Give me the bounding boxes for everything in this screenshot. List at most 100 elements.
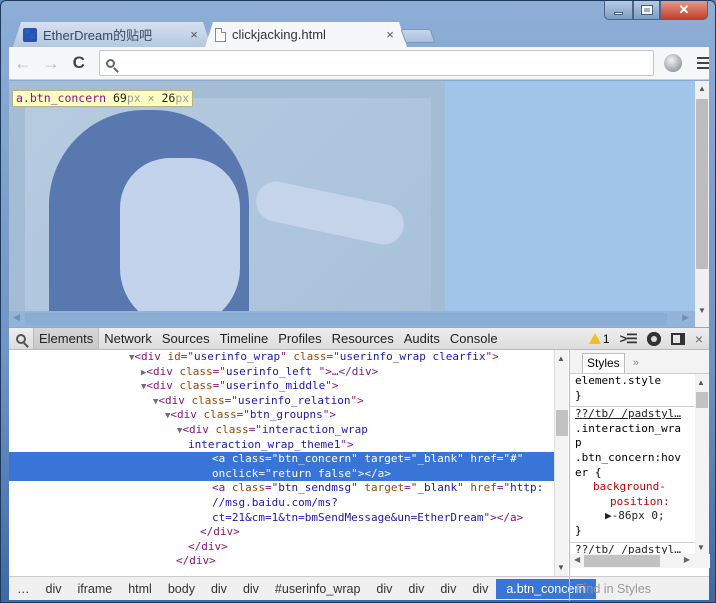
find-in-styles-input[interactable] [576,581,706,596]
new-tab-button[interactable] [400,29,436,43]
inspect-element-button[interactable] [9,333,33,344]
css-property-value[interactable]: ▶-86px 0; [575,509,696,524]
tab-close-icon[interactable]: × [383,27,397,42]
scroll-right-arrow-icon[interactable]: ▶ [684,555,690,564]
reload-button[interactable]: C [65,53,93,73]
tooltip-height: 26 [161,91,176,105]
dom-node-line[interactable]: <a class="btn_concern" target="_blank" h… [9,452,554,467]
more-panes-icon[interactable]: » [633,357,639,369]
scroll-thumb[interactable] [696,99,708,269]
elements-tree[interactable]: ▼<div id="userinfo_wrap" class="userinfo… [9,350,554,576]
tooltip-width: 69 [112,91,127,105]
minimize-button[interactable] [604,1,633,20]
tab-audits[interactable]: Audits [399,328,445,349]
scroll-thumb[interactable] [696,392,708,408]
maximize-icon [640,5,653,15]
page-horizontal-scrollbar[interactable]: ◀ ▶ [9,311,695,327]
dom-node-line[interactable]: ▼<div class="userinfo_relation"> [9,394,554,409]
search-icon [16,333,26,344]
element-highlight-tooltip: a.btn_concern 69px × 26px [12,90,194,107]
breadcrumb-item[interactable]: #userinfo_wrap [267,579,368,599]
tab-etherdream[interactable]: 🐾 EtherDream的贴吧 × [13,22,211,47]
tab-network[interactable]: Network [99,328,157,349]
gear-icon[interactable] [646,331,661,346]
styles-vertical-scrollbar[interactable]: ▲ ▼ [695,374,709,554]
element-style-selector[interactable]: element.style [575,374,696,389]
scroll-left-arrow-icon[interactable]: ◀ [13,312,20,323]
dom-node-line[interactable]: //msg.baidu.com/ms? [9,496,554,511]
close-devtools-icon[interactable]: × [695,331,703,347]
breadcrumb-item[interactable]: div [400,579,432,599]
elements-scrollbar[interactable]: ▲ ▼ [554,350,568,576]
breadcrumb-item[interactable]: … [9,579,38,599]
rule-selector: .interaction_wra [575,421,681,435]
dom-node-line[interactable]: <a class="btn_sendmsg" target="_blank" h… [9,481,554,496]
address-input[interactable] [120,52,654,74]
scroll-up-arrow-icon[interactable]: ▲ [557,354,565,363]
breadcrumb-item[interactable]: div [432,579,464,599]
scroll-thumb[interactable] [584,555,660,567]
stylesheet-link[interactable]: ??/tb/ /padstyl… [575,407,696,422]
tab-console[interactable]: Console [445,328,503,349]
dom-node-line[interactable]: ▼<div class="interaction_wrap [9,423,554,438]
breadcrumb-item[interactable]: body [160,579,203,599]
dom-node-line[interactable]: ▼<div class="userinfo_middle"> [9,379,554,394]
page-vertical-scrollbar[interactable]: ▲ ▼ [695,81,709,327]
dom-node-line[interactable]: ▶<div class="userinfo_left ">…</div> [9,365,554,380]
forward-button[interactable]: → [37,53,65,74]
scroll-up-arrow-icon[interactable]: ▲ [695,84,709,93]
close-icon: ✕ [678,2,690,17]
minimize-icon [614,11,623,15]
scroll-down-arrow-icon[interactable]: ▼ [697,543,705,552]
tab-clickjacking[interactable]: clickjacking.html × [205,22,407,47]
dom-node-line[interactable]: interaction_wrap_theme1"> [9,438,554,453]
scroll-down-arrow-icon[interactable]: ▼ [695,306,709,315]
breadcrumb-item[interactable]: div [464,579,496,599]
tab-profiles[interactable]: Profiles [273,328,326,349]
scroll-up-arrow-icon[interactable]: ▲ [697,378,705,387]
show-console-icon[interactable]: >☰ [620,331,638,347]
tab-styles[interactable]: Styles [582,353,625,373]
search-icon [105,58,115,68]
warning-icon [588,333,601,344]
scroll-right-arrow-icon[interactable]: ▶ [682,312,689,323]
breadcrumb-item[interactable]: div [235,579,267,599]
styles-sidebar: Styles » element.style } ??/tb/ /padstyl… [569,350,710,576]
breadcrumb-item[interactable]: div [203,579,235,599]
scroll-thumb[interactable] [25,313,667,325]
menu-icon[interactable] [697,57,710,69]
css-property-name[interactable]: background- [575,480,696,495]
breadcrumb-item[interactable]: html [120,579,160,599]
tab-close-icon[interactable]: × [187,27,201,42]
tab-resources[interactable]: Resources [327,328,399,349]
styles-horizontal-scrollbar[interactable]: ◀ ▶ [570,554,710,568]
tab-elements[interactable]: Elements [33,328,100,349]
dom-node-line[interactable]: </div> [9,554,554,569]
tab-timeline[interactable]: Timeline [215,328,274,349]
back-button[interactable]: ← [9,53,37,74]
breadcrumb-item[interactable]: iframe [69,579,120,599]
tab-label: EtherDream的贴吧 [43,28,153,43]
globe-icon[interactable] [664,54,683,72]
profile-photo [25,98,431,311]
dom-node-line[interactable]: ▼<div id="userinfo_wrap" class="userinfo… [9,350,554,365]
devtools-toolbar: Elements Network Sources Timeline Profil… [9,328,709,350]
tab-strip: 🐾 EtherDream的贴吧 × clickjacking.html × [13,21,436,47]
maximize-button[interactable] [633,1,660,20]
dom-node-line[interactable]: onclick="return false"></a> [9,466,554,482]
dom-node-line[interactable]: </div> [9,525,554,540]
breadcrumb-item[interactable]: div [38,579,70,599]
warnings-badge[interactable]: 1 [588,332,610,346]
dock-side-icon[interactable] [670,332,685,345]
dom-node-line[interactable]: </div> [9,540,554,555]
dom-node-line[interactable]: ▼<div class="btn_groupns"> [9,408,554,423]
scroll-down-arrow-icon[interactable]: ▼ [557,563,565,572]
embedded-iframe [9,81,445,311]
close-window-button[interactable]: ✕ [660,1,708,20]
breadcrumb-item[interactable]: div [368,579,400,599]
tab-sources[interactable]: Sources [157,328,215,349]
omnibox[interactable] [98,50,655,76]
scroll-left-arrow-icon[interactable]: ◀ [574,555,580,564]
dom-node-line[interactable]: ct=21&cm=1&tn=bmSendMessage&un=EtherDrea… [9,511,554,526]
scroll-thumb[interactable] [556,410,568,436]
